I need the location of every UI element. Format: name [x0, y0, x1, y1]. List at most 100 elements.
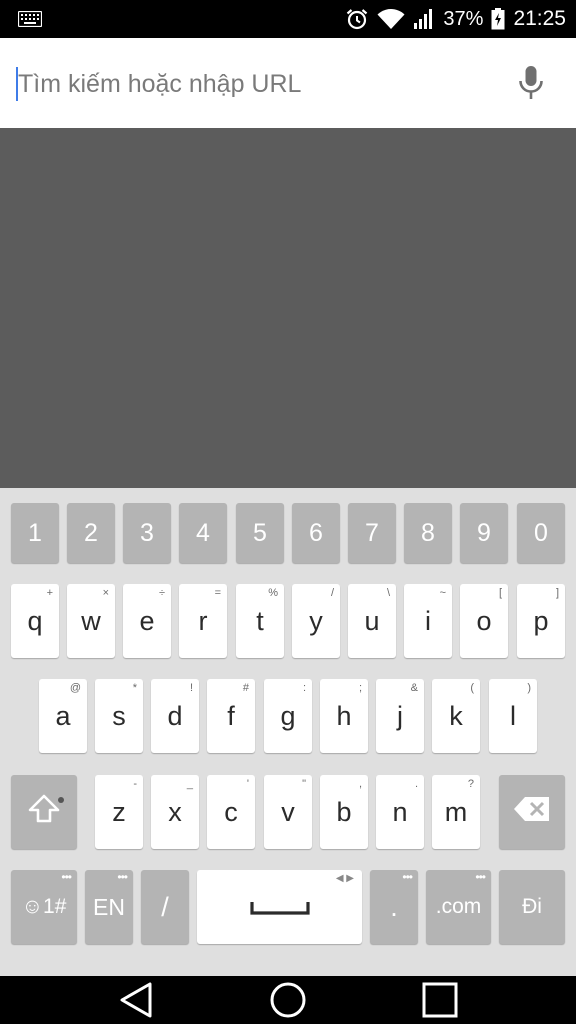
key-label: a — [55, 700, 71, 731]
key-b[interactable]: ,b — [320, 775, 368, 849]
key-q[interactable]: + q — [11, 584, 59, 658]
key-label: v — [281, 796, 295, 827]
key-label: d — [167, 700, 183, 731]
key-8[interactable]: 8 — [404, 503, 452, 563]
key-l[interactable]: ) l — [489, 679, 537, 753]
key-0[interactable]: 0 — [517, 503, 565, 563]
backspace-key[interactable] — [499, 775, 565, 849]
key-o[interactable]: [o — [460, 584, 508, 658]
key-label: t — [256, 605, 264, 636]
key-label: r — [198, 605, 208, 636]
key-hint: / — [330, 587, 334, 599]
clock: 21:25 — [513, 7, 566, 30]
key-label: s — [112, 700, 126, 731]
key-1[interactable]: 1 — [11, 503, 59, 563]
key-k[interactable]: (k — [432, 679, 480, 753]
key-g[interactable]: :g — [264, 679, 312, 753]
keyboard-icon — [17, 10, 43, 32]
key-e[interactable]: ÷ e — [123, 584, 171, 658]
key-c[interactable]: ' c — [207, 775, 255, 849]
key-label: b — [336, 796, 352, 827]
home-icon[interactable] — [268, 982, 308, 1018]
key-y[interactable]: / y — [292, 584, 340, 658]
recents-icon[interactable] — [420, 982, 460, 1018]
key-label: EN — [93, 893, 125, 920]
key-label: l — [510, 700, 516, 731]
key-label: w — [81, 605, 101, 636]
key-t[interactable]: % t — [236, 584, 284, 658]
key-w[interactable]: × w — [67, 584, 115, 658]
language-key[interactable]: ••• EN — [85, 870, 133, 944]
key-label: f — [227, 700, 235, 731]
key-label: .com — [435, 895, 482, 918]
key-6[interactable]: 6 — [292, 503, 340, 563]
key-hint: × — [102, 587, 109, 599]
key-4[interactable]: 4 — [179, 503, 227, 563]
key-3[interactable]: 3 — [123, 503, 171, 563]
battery-icon — [491, 8, 505, 30]
key-m[interactable]: ? m — [432, 775, 480, 849]
battery-percent: 37% — [443, 7, 484, 30]
key-hint: ) — [527, 682, 531, 694]
shift-key[interactable] — [11, 775, 77, 849]
key-d[interactable]: ! d — [151, 679, 199, 753]
key-hint: ! — [189, 682, 193, 694]
key-hint: % — [268, 587, 278, 599]
navigation-bar — [0, 976, 576, 1024]
back-icon[interactable] — [116, 982, 156, 1018]
dotcom-key[interactable]: ••• .com — [426, 870, 491, 944]
key-x[interactable]: _ x — [151, 775, 199, 849]
key-hint: # — [242, 682, 249, 694]
key-7[interactable]: 7 — [348, 503, 396, 563]
key-hint: . — [414, 778, 418, 790]
key-label: p — [533, 605, 549, 636]
period-key[interactable]: ••• . — [370, 870, 418, 944]
key-h[interactable]: ; h — [320, 679, 368, 753]
key-label: g — [280, 700, 296, 731]
key-r[interactable]: = r — [179, 584, 227, 658]
key-label: k — [449, 700, 463, 731]
key-u[interactable]: \ u — [348, 584, 396, 658]
key-n[interactable]: .n — [376, 775, 424, 849]
microphone-icon[interactable] — [510, 62, 552, 104]
key-label: h — [336, 700, 352, 731]
key-i[interactable]: ~ i — [404, 584, 452, 658]
key-s[interactable]: * s — [95, 679, 143, 753]
key-2[interactable]: 2 — [67, 503, 115, 563]
more-dots: ••• — [402, 870, 413, 884]
key-label: j — [397, 700, 403, 731]
key-f[interactable]: # f — [207, 679, 255, 753]
key-label: c — [224, 796, 238, 827]
wifi-icon — [377, 8, 405, 30]
shift-icon — [28, 794, 60, 831]
key-hint: \ — [386, 587, 390, 599]
shift-indicator-dot — [58, 797, 64, 803]
more-dots: ••• — [61, 870, 72, 884]
key-hint: : — [302, 682, 306, 694]
key-v[interactable]: " v — [264, 775, 312, 849]
key-5[interactable]: 5 — [236, 503, 284, 563]
key-label: e — [139, 605, 155, 636]
key-p[interactable]: ] p — [517, 584, 565, 658]
key-a[interactable]: @ a — [39, 679, 87, 753]
slash-key[interactable]: / — [141, 870, 189, 944]
key-label: n — [392, 796, 408, 827]
key-j[interactable]: & j — [376, 679, 424, 753]
search-input[interactable] — [18, 64, 488, 104]
alarm-icon — [345, 7, 369, 31]
key-9[interactable]: 9 — [460, 503, 508, 563]
key-label: ☺1# — [21, 895, 67, 918]
backspace-icon — [513, 796, 551, 829]
key-label: i — [425, 605, 431, 636]
space-key[interactable]: ◀ ▶ — [197, 870, 362, 944]
search-bar — [0, 38, 576, 128]
key-z[interactable]: -z — [95, 775, 143, 849]
key-label: x — [168, 796, 182, 827]
go-key[interactable]: Đi — [499, 870, 565, 944]
cursor-arrows-icon: ◀ ▶ — [335, 873, 354, 884]
key-hint: - — [133, 778, 137, 790]
symbols-key[interactable]: ••• ☺1# — [11, 870, 77, 944]
key-hint: ] — [555, 587, 559, 599]
key-label: z — [112, 796, 126, 827]
key-hint: " — [302, 778, 306, 790]
